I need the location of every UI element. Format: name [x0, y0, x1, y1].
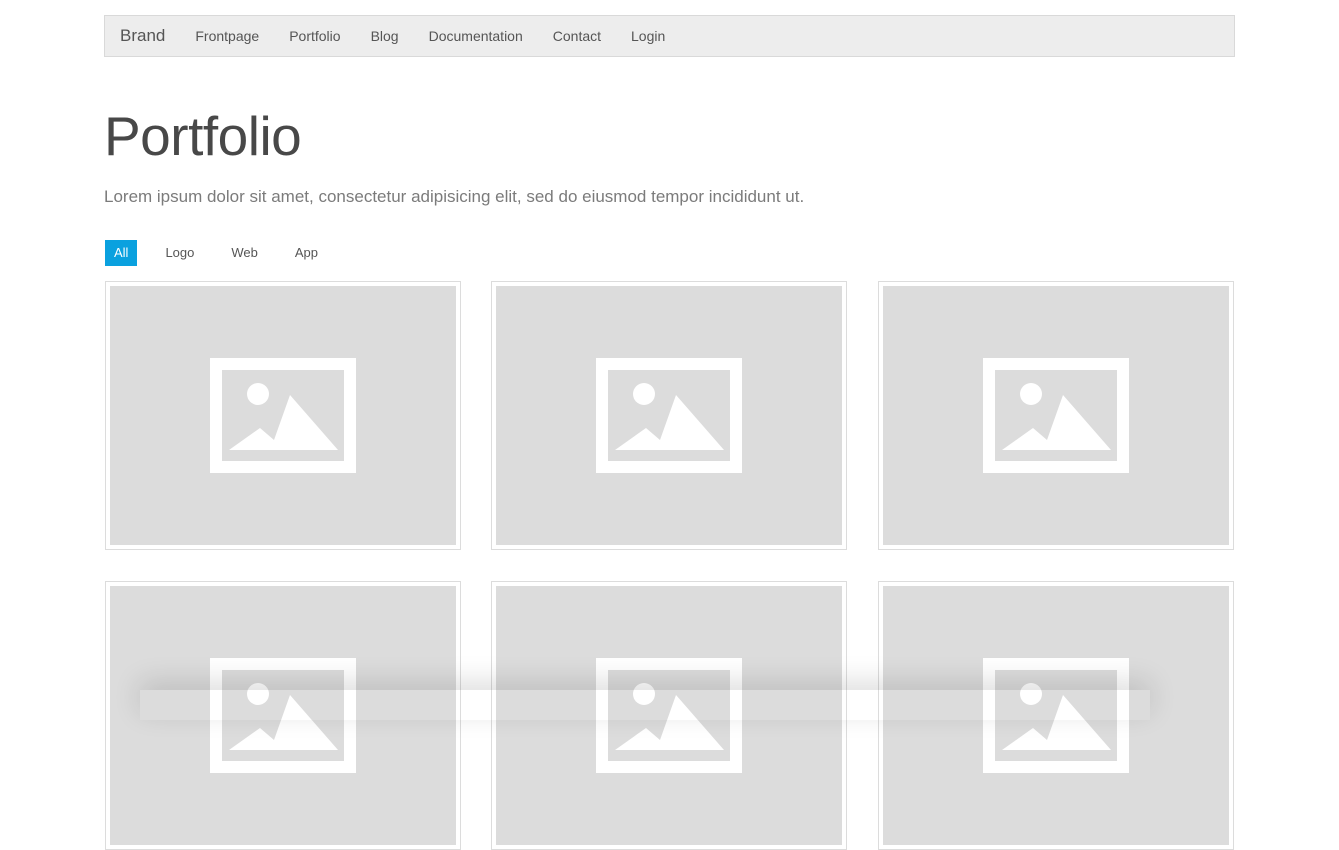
portfolio-item[interactable] — [878, 281, 1234, 550]
portfolio-item[interactable] — [491, 281, 847, 550]
image-placeholder-icon — [210, 358, 356, 473]
image-placeholder-icon — [983, 358, 1129, 473]
filter-logo[interactable]: Logo — [156, 240, 203, 266]
nav-link-login[interactable]: Login — [616, 28, 680, 44]
filter-app[interactable]: App — [286, 240, 327, 266]
portfolio-thumbnail — [110, 286, 456, 545]
filter-all[interactable]: All — [105, 240, 138, 266]
nav-link-portfolio[interactable]: Portfolio — [274, 28, 355, 44]
portfolio-item[interactable] — [105, 281, 461, 550]
bottom-fade-shadow — [140, 690, 1150, 720]
nav-link-documentation[interactable]: Documentation — [414, 28, 538, 44]
filter-web[interactable]: Web — [222, 240, 267, 266]
portfolio-filters: All Logo Web App — [105, 240, 346, 266]
nav-link-frontpage[interactable]: Frontpage — [180, 28, 274, 44]
nav-link-blog[interactable]: Blog — [356, 28, 414, 44]
page-title: Portfolio — [104, 105, 302, 167]
portfolio-thumbnail — [883, 286, 1229, 545]
navbar: Brand Frontpage Portfolio Blog Documenta… — [104, 15, 1235, 57]
brand-link[interactable]: Brand — [105, 26, 180, 46]
image-placeholder-icon — [596, 358, 742, 473]
page-lead: Lorem ipsum dolor sit amet, consectetur … — [104, 187, 805, 206]
portfolio-thumbnail — [496, 286, 842, 545]
nav-link-contact[interactable]: Contact — [538, 28, 616, 44]
